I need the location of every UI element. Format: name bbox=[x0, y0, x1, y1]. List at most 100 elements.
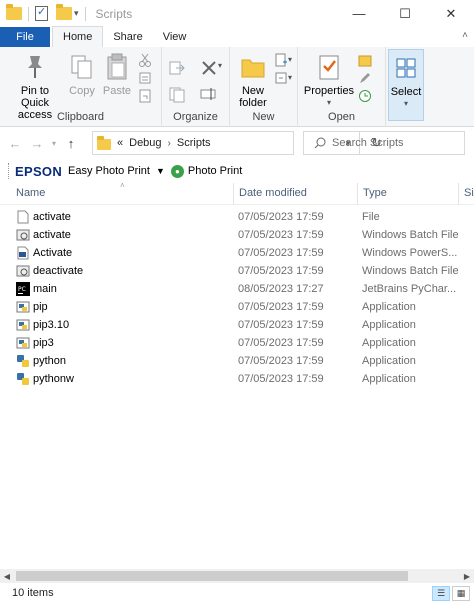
tab-home[interactable]: Home bbox=[52, 26, 104, 47]
epson-logo: EPSON bbox=[15, 163, 63, 179]
column-headers: ˄ Name Date modified Type Si bbox=[0, 181, 474, 205]
blank-file-icon bbox=[17, 210, 29, 224]
open-icon[interactable] bbox=[358, 53, 372, 67]
batch-file-icon bbox=[16, 229, 30, 241]
epson-toolbar: EPSON Easy Photo Print ▼ ● Photo Print bbox=[0, 160, 474, 182]
back-arrow-icon[interactable]: ← bbox=[4, 136, 26, 151]
toolbar-grip[interactable] bbox=[8, 163, 11, 179]
copy-button[interactable]: Copy bbox=[66, 51, 98, 97]
minimize-button[interactable]: — bbox=[336, 0, 382, 27]
breadcrumb-scripts[interactable]: Scripts bbox=[177, 137, 211, 149]
new-item-icon[interactable] bbox=[274, 53, 288, 67]
pin-icon bbox=[28, 56, 42, 78]
properties-icon bbox=[319, 55, 339, 80]
delete-icon[interactable] bbox=[200, 59, 218, 77]
photo-print-icon: ● bbox=[170, 164, 184, 178]
details-view-icon[interactable]: ☰ bbox=[432, 586, 450, 601]
status-bar: 10 items ☰ ▦ bbox=[0, 584, 474, 602]
paste-icon bbox=[107, 53, 127, 80]
python-icon bbox=[17, 373, 29, 385]
open-group: Properties ▾ Open bbox=[298, 47, 386, 127]
file-list: activate 07/05/2023 17:59 File activate … bbox=[0, 208, 474, 388]
file-row[interactable]: activate 07/05/2023 17:59 File bbox=[0, 208, 474, 226]
ribbon: Pin to Quick access Copy Paste Clipboard… bbox=[0, 47, 474, 127]
easy-photo-print-button[interactable]: Easy Photo Print bbox=[68, 165, 150, 177]
delete-dropdown-chevron-icon[interactable]: ▾ bbox=[218, 61, 222, 70]
easy-access-icon[interactable] bbox=[274, 71, 288, 85]
search-box[interactable] bbox=[303, 131, 465, 155]
scroll-left-icon[interactable]: ◀ bbox=[0, 569, 14, 583]
column-header-name[interactable]: Name bbox=[16, 187, 45, 199]
open-group-label: Open bbox=[328, 111, 355, 123]
select-button[interactable]: Select ▾ bbox=[388, 49, 424, 121]
photo-print-button[interactable]: Photo Print bbox=[188, 165, 242, 177]
navigation-bar: ← → ▾ ↑ « Debug › Scripts ▾ ↻ bbox=[0, 128, 474, 158]
tab-view[interactable]: View bbox=[153, 27, 197, 47]
up-arrow-icon[interactable]: ↑ bbox=[60, 136, 82, 151]
organize-group: ▾ Organize bbox=[162, 47, 230, 127]
svg-text:PC: PC bbox=[18, 286, 26, 293]
file-row[interactable]: PC main 08/05/2023 17:27 JetBrains PyCha… bbox=[0, 280, 474, 298]
new-folder-button[interactable]: New folder bbox=[234, 51, 272, 109]
maximize-button[interactable]: ☐ bbox=[382, 0, 428, 27]
column-header-size[interactable]: Si bbox=[464, 187, 474, 199]
file-row[interactable]: Activate 07/05/2023 17:59 Windows PowerS… bbox=[0, 244, 474, 262]
file-row[interactable]: pip 07/05/2023 17:59 Application bbox=[0, 298, 474, 316]
new-item-dropdown-chevron-icon[interactable]: ▾ bbox=[288, 55, 292, 64]
file-row[interactable]: pip3 07/05/2023 17:59 Application bbox=[0, 334, 474, 352]
select-dropdown-chevron-icon: ▾ bbox=[403, 99, 408, 108]
search-input[interactable] bbox=[332, 137, 462, 149]
new-folder-icon[interactable] bbox=[56, 4, 72, 20]
properties-icon[interactable] bbox=[35, 5, 48, 21]
properties-button[interactable]: Properties ▾ bbox=[302, 51, 356, 109]
breadcrumb-overflow[interactable]: « bbox=[117, 137, 123, 149]
move-to-icon[interactable] bbox=[168, 59, 186, 77]
large-icons-view-icon[interactable]: ▦ bbox=[452, 586, 470, 601]
paste-shortcut-icon[interactable] bbox=[138, 89, 152, 103]
customize-toolbar-chevron-icon[interactable]: ▾ bbox=[74, 8, 79, 19]
python-app-icon bbox=[16, 319, 30, 331]
ribbon-tabs: File Home Share View ˄ bbox=[0, 26, 474, 47]
breadcrumb-separator-icon[interactable]: › bbox=[168, 138, 171, 149]
batch-file-icon bbox=[16, 265, 30, 277]
folder-icon bbox=[6, 4, 22, 20]
tab-share[interactable]: Share bbox=[103, 27, 152, 47]
pycharm-icon: PC bbox=[16, 282, 30, 296]
scrollbar-thumb[interactable] bbox=[16, 571, 408, 581]
column-header-date[interactable]: Date modified bbox=[239, 187, 307, 199]
address-bar[interactable]: « Debug › Scripts ▾ ↻ bbox=[92, 131, 382, 155]
copy-to-icon[interactable] bbox=[168, 85, 186, 103]
copy-path-icon[interactable] bbox=[138, 71, 152, 85]
horizontal-scrollbar[interactable]: ◀ ▶ bbox=[0, 569, 474, 583]
paste-button[interactable]: Paste bbox=[102, 51, 132, 97]
forward-arrow-icon[interactable]: → bbox=[26, 136, 48, 151]
ribbon-collapse-icon[interactable]: ˄ bbox=[462, 30, 468, 41]
select-grid-icon bbox=[396, 58, 416, 78]
breadcrumb-debug[interactable]: Debug bbox=[129, 137, 161, 149]
file-row[interactable]: deactivate 07/05/2023 17:59 Windows Batc… bbox=[0, 262, 474, 280]
recent-locations-chevron-icon[interactable]: ▾ bbox=[48, 139, 60, 148]
item-count: 10 items bbox=[12, 587, 54, 599]
tab-file[interactable]: File bbox=[0, 27, 50, 47]
cut-icon[interactable] bbox=[138, 53, 152, 67]
file-row[interactable]: pip3.10 07/05/2023 17:59 Application bbox=[0, 316, 474, 334]
python-icon bbox=[17, 355, 29, 367]
file-row[interactable]: pythonw 07/05/2023 17:59 Application bbox=[0, 370, 474, 388]
python-app-icon bbox=[16, 337, 30, 349]
organize-group-label: Organize bbox=[173, 111, 218, 123]
file-row[interactable]: python 07/05/2023 17:59 Application bbox=[0, 352, 474, 370]
column-header-type[interactable]: Type bbox=[363, 187, 387, 199]
easy-photo-print-chevron-icon[interactable]: ▼ bbox=[156, 166, 165, 176]
file-row[interactable]: activate 07/05/2023 17:59 Windows Batch … bbox=[0, 226, 474, 244]
quick-access-toolbar: ▾ bbox=[0, 0, 88, 27]
properties-dropdown-chevron-icon[interactable]: ▾ bbox=[327, 97, 331, 109]
easy-access-dropdown-chevron-icon[interactable]: ▾ bbox=[288, 73, 292, 82]
edit-icon[interactable] bbox=[358, 71, 372, 85]
window-title: Scripts bbox=[95, 6, 133, 21]
history-icon[interactable] bbox=[358, 89, 372, 103]
scroll-right-icon[interactable]: ▶ bbox=[460, 569, 474, 583]
rename-icon[interactable] bbox=[200, 85, 218, 103]
powershell-file-icon bbox=[17, 246, 29, 260]
new-group: New folder ▾ ▾ New bbox=[230, 47, 298, 127]
close-button[interactable]: ✕ bbox=[428, 0, 474, 27]
